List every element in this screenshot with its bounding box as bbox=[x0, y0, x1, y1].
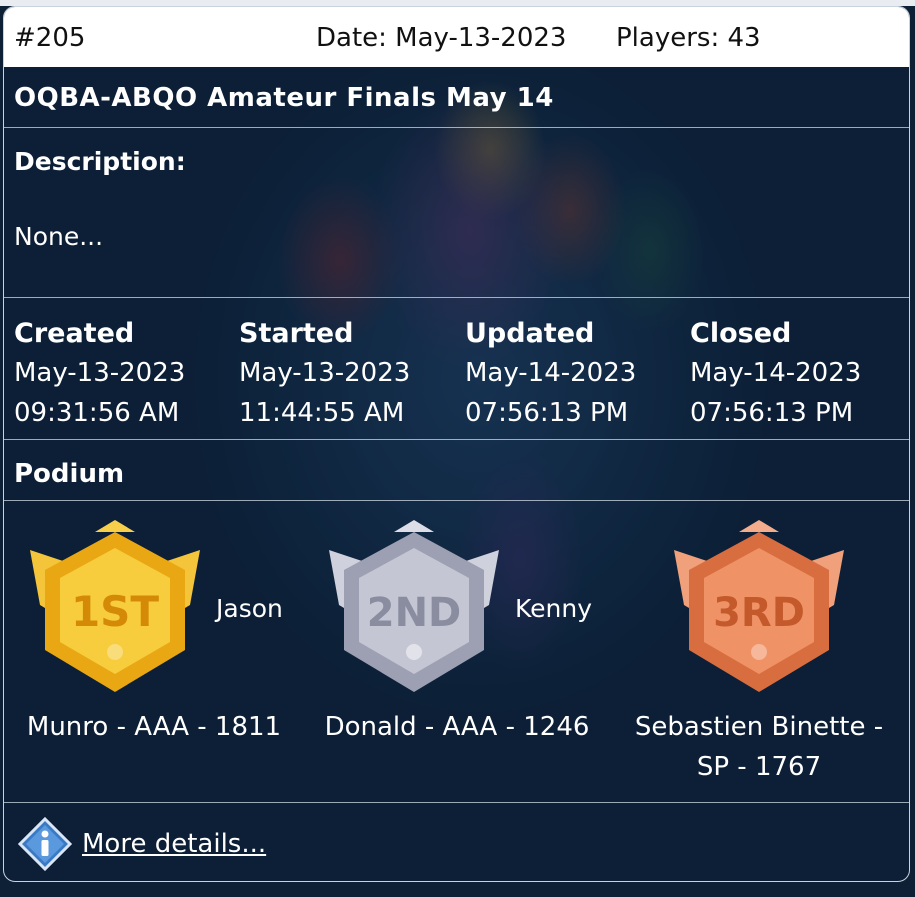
updated-date: May-14-2023 bbox=[465, 358, 637, 388]
started-time: 11:44:55 AM bbox=[239, 398, 405, 428]
updated-column: Updated May-14-2023 07:56:13 PM bbox=[465, 315, 685, 433]
created-label: Created bbox=[14, 318, 135, 349]
created-column: Created May-13-2023 09:31:56 AM bbox=[14, 315, 234, 433]
tournament-title: OQBA-ABQO Amateur Finals May 14 bbox=[14, 83, 554, 113]
created-time: 09:31:56 AM bbox=[14, 398, 180, 428]
created-date: May-13-2023 bbox=[14, 358, 186, 388]
third-place-details-line1: Sebastien Binette - bbox=[634, 712, 884, 742]
info-icon[interactable] bbox=[18, 817, 72, 871]
description-label: Description: bbox=[14, 147, 186, 176]
closed-column: Closed May-14-2023 07:56:13 PM bbox=[690, 315, 909, 433]
third-place-details: Sebastien Binette - SP - 1767 bbox=[624, 707, 894, 787]
first-place-first-name: Jason bbox=[216, 594, 283, 623]
silver-medal-icon: 2ND bbox=[329, 520, 499, 692]
updated-label: Updated bbox=[465, 318, 595, 349]
started-column: Started May-13-2023 11:44:55 AM bbox=[239, 315, 459, 433]
updated-time: 07:56:13 PM bbox=[465, 398, 629, 428]
closed-label: Closed bbox=[690, 318, 792, 349]
closed-date: May-14-2023 bbox=[690, 358, 862, 388]
card-header: #205 Date: May-13-2023 Players: 43 bbox=[4, 7, 909, 67]
podium-label: Podium bbox=[14, 459, 125, 489]
tournament-date: Date: May-13-2023 bbox=[316, 23, 567, 53]
divider bbox=[4, 297, 909, 298]
bronze-medal-icon: 3RD bbox=[674, 520, 844, 692]
divider bbox=[4, 500, 909, 501]
tournament-id: #205 bbox=[14, 23, 86, 53]
description-value: None... bbox=[14, 222, 104, 251]
second-place-details: Donald - AAA - 1246 bbox=[324, 712, 590, 742]
divider bbox=[4, 127, 909, 128]
tournament-card: #205 Date: May-13-2023 Players: 43 OQBA-… bbox=[3, 6, 910, 882]
started-label: Started bbox=[239, 318, 354, 349]
divider bbox=[4, 802, 909, 803]
third-place-details-line2: SP - 1767 bbox=[696, 752, 822, 782]
closed-time: 07:56:13 PM bbox=[690, 398, 854, 428]
gold-medal-rank: 1ST bbox=[71, 587, 159, 636]
more-details-label[interactable]: More details... bbox=[82, 829, 266, 859]
second-place-first-name: Kenny bbox=[515, 594, 593, 623]
started-date: May-13-2023 bbox=[239, 358, 411, 388]
silver-medal-rank: 2ND bbox=[367, 590, 462, 636]
divider bbox=[4, 439, 909, 440]
more-details-link[interactable]: More details... bbox=[18, 817, 266, 871]
player-count: Players: 43 bbox=[616, 23, 761, 53]
bronze-medal-rank: 3RD bbox=[713, 590, 805, 636]
gold-medal-icon: 1ST bbox=[30, 520, 200, 692]
first-place-details: Munro - AAA - 1811 bbox=[26, 712, 282, 742]
